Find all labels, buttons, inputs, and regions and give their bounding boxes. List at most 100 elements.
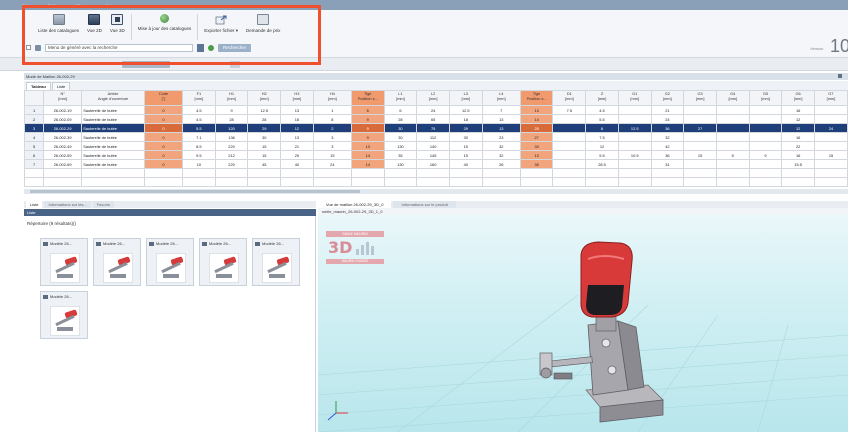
library-path: Répertoire (9 résultats)() xyxy=(27,221,77,226)
strip-button[interactable] xyxy=(122,61,170,68)
table-row[interactable]: 1 26-002-19 Sauterelle de butée 0 4.5 9 12.5 13… xyxy=(23,105,848,115)
table-cell xyxy=(617,159,652,169)
tab-informations[interactable]: Informations sur les... xyxy=(44,201,91,208)
demande-prix-button[interactable]: Demande de prix xyxy=(242,13,284,41)
column-header[interactable]: L4 [mm] xyxy=(481,90,521,106)
table-cell: 26-002-59 xyxy=(43,150,83,160)
card-thumbnail xyxy=(50,306,80,336)
empty-cell xyxy=(43,177,83,187)
table-cell: 212 xyxy=(214,150,249,160)
tab-informations-produit[interactable]: Informations sur le produit xyxy=(393,201,456,208)
column-header-unit: [mm] xyxy=(58,96,67,101)
column-header[interactable]: H3 [mm] xyxy=(280,90,314,106)
table-cell: 25 xyxy=(280,150,314,160)
table-cell xyxy=(715,159,750,169)
menu-item-affichage[interactable]: Affichage xyxy=(74,3,91,8)
tab-favoris[interactable]: Favoris xyxy=(92,201,114,208)
column-header-unit: [mm] xyxy=(328,96,337,101)
price-request-icon xyxy=(257,14,270,25)
column-header[interactable]: G2 [mm] xyxy=(650,90,685,106)
column-header[interactable]: D1 [mm] xyxy=(552,90,587,106)
column-header[interactable]: G3 [mm] xyxy=(683,90,717,106)
table-horizontal-scrollbar[interactable] xyxy=(24,189,848,194)
table-row[interactable]: 2 26-002-09 Sauterelle de butée 0 4.5 28 28 18 8… xyxy=(23,114,848,124)
tab-liste[interactable]: Liste xyxy=(51,82,71,90)
library-title: Liste xyxy=(24,209,316,216)
table-row[interactable]: 7 26-002-69 Sauterelle de butée 0 10 220 45 40 2… xyxy=(23,159,848,169)
vue-3d-button[interactable]: Vue 3D xyxy=(106,13,129,41)
column-header[interactable]: G7 [mm] xyxy=(813,90,848,106)
tab-vue-3d[interactable]: Vue de maillon 26-002-29_3D_0 xyxy=(318,201,392,208)
refresh-icon[interactable] xyxy=(208,44,214,51)
column-header[interactable]: Tige Position s... xyxy=(519,90,554,106)
table-cell: 9.5 xyxy=(182,150,216,160)
column-header[interactable]: G1 [mm] xyxy=(617,90,652,106)
column-header[interactable] xyxy=(23,90,45,106)
column-header[interactable]: G5 [mm] xyxy=(748,90,783,106)
empty-cell xyxy=(448,177,483,187)
vue-2d-button[interactable]: Vue 2D xyxy=(83,13,106,41)
empty-cell xyxy=(312,168,352,178)
empty-cell xyxy=(312,177,352,187)
table-cell: 7 xyxy=(23,159,45,169)
column-header[interactable]: F1 [mm] xyxy=(182,90,216,106)
column-header[interactable]: L2 [mm] xyxy=(416,90,450,106)
ribbon-substrip xyxy=(0,58,848,71)
search-checkbox[interactable] xyxy=(26,45,31,50)
column-header[interactable]: G4 [mm] xyxy=(715,90,750,106)
column-header[interactable]: Tige Position s... xyxy=(350,90,385,106)
table-cell xyxy=(813,159,848,169)
column-header[interactable]: G6 [mm] xyxy=(781,90,815,106)
column-header[interactable]: Z [mm] xyxy=(585,90,619,106)
table-row[interactable]: 5 26-002-49 Sauterelle de butée 0 8.5 220 15 21… xyxy=(23,141,848,151)
strip-toggle[interactable] xyxy=(230,61,240,68)
library-card[interactable]: Modèle 26... xyxy=(93,238,141,286)
library-card[interactable]: Modèle 26... xyxy=(40,238,88,286)
table-cell: 6 xyxy=(23,150,45,160)
empty-cell xyxy=(280,168,314,178)
model-icon xyxy=(149,241,154,246)
search-combo[interactable]: Menu de généré avec la recherche xyxy=(45,43,193,52)
combo-dropdown-icon[interactable] xyxy=(197,43,204,52)
column-header[interactable]: Code [°] xyxy=(143,90,184,106)
mise-a-jour-button[interactable]: Mise à jour des catalogues xyxy=(134,13,196,41)
table-cell: 24 xyxy=(312,159,352,169)
menu-item-aide[interactable]: Aide xyxy=(105,3,113,8)
table-cell: 0 xyxy=(143,159,184,169)
column-header[interactable]: N° [mm] xyxy=(43,90,83,106)
menu-item-edition[interactable]: Edition xyxy=(48,3,60,8)
table-cell: 140 xyxy=(416,141,450,151)
table-cell: 42 xyxy=(650,141,685,151)
scrollbar-thumb[interactable] xyxy=(30,190,360,193)
column-header[interactable]: H4 [mm] xyxy=(312,90,352,106)
tab-liste-library[interactable]: Liste xyxy=(26,201,43,208)
3d-viewport[interactable]: SMILE MAURIN 3D MAURIN CHASSE xyxy=(318,215,848,432)
column-header[interactable]: Article Angle d'ouverture xyxy=(81,90,145,106)
exporter-fichier-button[interactable]: Exporter fichier ▾ xyxy=(200,13,242,41)
column-header[interactable]: H2 [mm] xyxy=(247,90,282,106)
liste-catalogues-button[interactable]: Liste des catalogues xyxy=(34,13,83,41)
table-row[interactable]: 4 26-002-39 Sauterelle de butée 0 7.1 136 30 13… xyxy=(23,132,848,142)
empty-cell xyxy=(350,177,385,187)
tab-tableau[interactable]: Tableau xyxy=(26,82,51,90)
library-card[interactable]: Modèle 26... xyxy=(146,238,194,286)
column-header-unit: [mm] xyxy=(461,96,471,101)
menu-item-fichier[interactable]: Fichier xyxy=(22,3,34,8)
empty-cell xyxy=(715,168,750,178)
column-header[interactable]: L3 [mm] xyxy=(448,90,483,106)
column-header[interactable]: L1 [mm] xyxy=(383,90,418,106)
table-cell: 5.5 xyxy=(585,114,619,124)
model-icon xyxy=(202,241,207,246)
version-brand: Version 10 xyxy=(810,36,848,56)
pin-icon[interactable] xyxy=(838,74,842,78)
library-card[interactable]: Modèle 26... xyxy=(252,238,300,286)
empty-cell xyxy=(813,168,848,178)
library-card[interactable]: Modèle 26... xyxy=(40,291,88,339)
library-card[interactable]: Modèle 26... xyxy=(199,238,247,286)
column-header[interactable]: H1 [mm] xyxy=(214,90,249,106)
search-button[interactable]: Rechercher xyxy=(218,43,252,52)
table-row[interactable]: 6 26-002-59 Sauterelle de butée 0 9.5 212 15 25… xyxy=(23,150,848,160)
empty-cell xyxy=(23,168,45,178)
table-cell: 26-002-69 xyxy=(43,159,83,169)
table-row[interactable]: 3 26-002-29 Sauterelle de butée 0 5.5 120 29 12… xyxy=(23,123,848,133)
